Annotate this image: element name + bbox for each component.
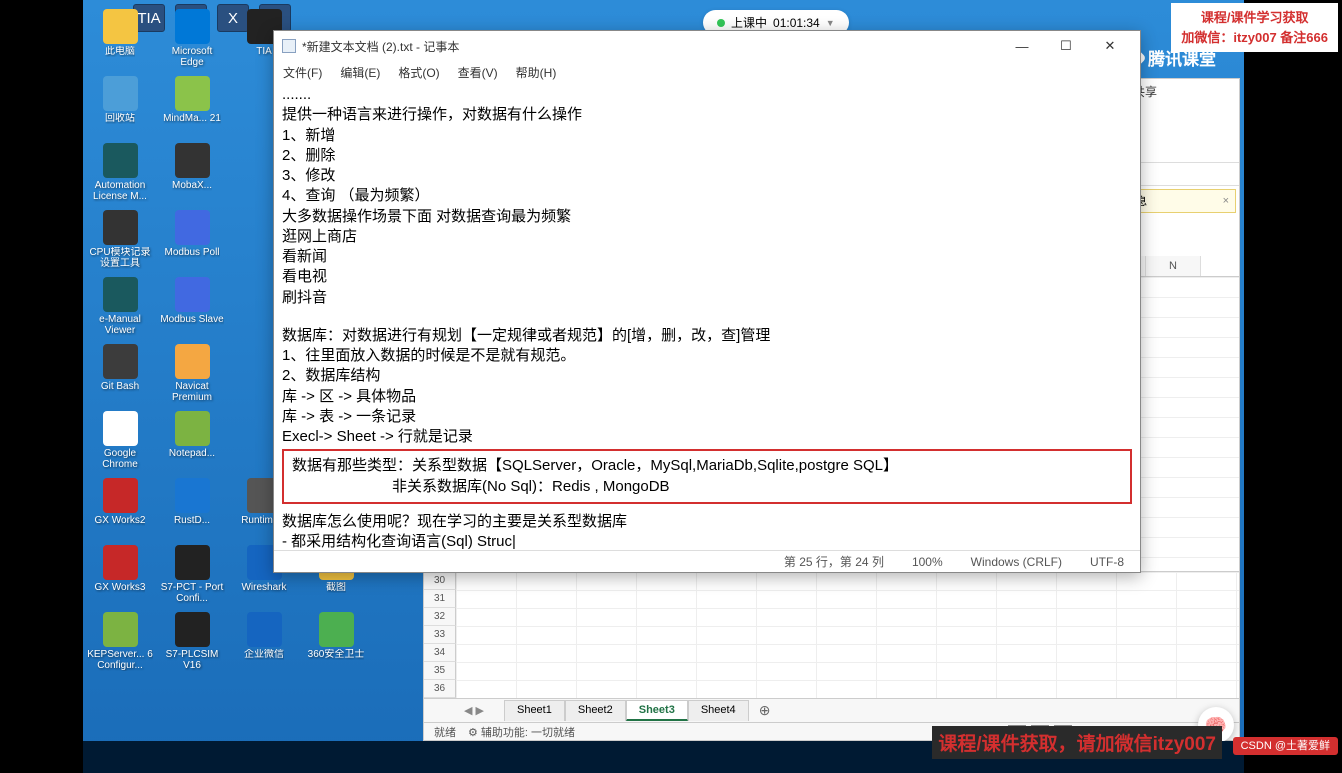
window-title: *新建文本文档 (2).txt - 记事本 (302, 38, 459, 55)
desktop-icon-s7pct[interactable]: S7-PCT - Port Confi... (157, 544, 227, 607)
notepad-titlebar[interactable]: *新建文本文档 (2).txt - 记事本 — ☐ ✕ (274, 31, 1140, 61)
chevron-down-icon: ▼ (826, 18, 835, 28)
desktop-icon-modbus[interactable]: Modbus Poll (157, 209, 227, 272)
desktop-icon-edge[interactable]: Microsoft Edge (157, 8, 227, 71)
desktop-wallpaper: TIA Q X K 此电脑Microsoft EdgeTIA回收站MindMa.… (83, 0, 1244, 773)
sheet-tab-sheet1[interactable]: Sheet1 (504, 700, 565, 721)
maximize-button[interactable]: ☐ (1044, 32, 1088, 60)
desktop-icon-wecom[interactable]: 企业微信 (229, 611, 299, 674)
row-header[interactable]: 34 (424, 644, 456, 662)
watermark-top-right: 课程/课件学习获取 加微信：itzy007 备注666 (1171, 3, 1338, 52)
sheet-nav[interactable]: ◀ ▶ (464, 704, 484, 717)
notepad-menubar: 文件(F) 编辑(E) 格式(O) 查看(V) 帮助(H) (274, 61, 1140, 83)
desktop-icon-pc[interactable]: 此电脑 (85, 8, 155, 71)
desktop-icon-notepad[interactable]: Notepad... (157, 410, 227, 473)
text-line: 逛网上商店 (282, 227, 1132, 247)
row-header[interactable]: 30 (424, 572, 456, 590)
text-line: 3、修改 (282, 166, 1132, 186)
text-line: 4、查询 （最为频繁） (282, 186, 1132, 206)
desktop-icon-auto[interactable]: Automation License M... (85, 142, 155, 205)
desktop-icon-360[interactable]: 360安全卫士 (301, 611, 371, 674)
text-cursor (512, 533, 516, 550)
minimize-button[interactable]: — (1000, 32, 1044, 60)
row-header[interactable]: 32 (424, 608, 456, 626)
menu-edit[interactable]: 编辑(E) (337, 63, 383, 82)
text-line: - 都采用结构化查询语言(Sql) Struc (282, 532, 1132, 550)
text-line: 数据库：对数据进行有规划【一定规律或者规范】的[增，删，改，查]管理 (282, 326, 1132, 346)
text-line: 提供一种语言来进行操作，对数据有什么操作 (282, 105, 1132, 125)
sheet-tab-sheet3[interactable]: Sheet3 (626, 700, 688, 721)
recording-dot-icon (717, 19, 725, 27)
status-zoom: 100% (912, 555, 943, 569)
col-header-n[interactable]: N (1146, 256, 1201, 276)
status-line-ending: Windows (CRLF) (971, 555, 1062, 569)
highlighted-text-box: 数据有那些类型：关系型数据【SQLServer，Oracle，MySql,Mar… (282, 449, 1132, 504)
desktop-icon-gxw3[interactable]: GX Works3 (85, 544, 155, 607)
notepad-app-icon (282, 39, 296, 53)
close-icon[interactable]: × (1223, 195, 1229, 207)
text-line: 看电视 (282, 267, 1132, 287)
sheet-tab-sheet4[interactable]: Sheet4 (688, 700, 749, 721)
excel-window-bottom-slice: 30313233343536 ◀ ▶ Sheet1Sheet2Sheet3She… (423, 571, 1240, 741)
text-line: 大多数据操作场景下面 对数据查询最为频繁 (282, 207, 1132, 227)
text-line: 2、数据库结构 (282, 366, 1132, 386)
status-ready: 就绪 (434, 724, 456, 740)
desktop-icon-modbuss[interactable]: Modbus Slave (157, 276, 227, 339)
status-cursor-pos: 第 25 行，第 24 列 (784, 553, 884, 570)
window-controls: — ☐ ✕ (1000, 32, 1132, 60)
text-line: 刷抖音 (282, 288, 1132, 308)
text-line: Execl-> Sheet -> 行就是记录 (282, 427, 1132, 447)
csdn-badge: CSDN @土著爱鲜 (1233, 737, 1338, 755)
text-line: 数据库怎么使用呢？现在学习的主要是关系型数据库 (282, 512, 1132, 532)
desktop-icon-gxw2[interactable]: GX Works2 (85, 477, 155, 540)
text-line: 1、往里面放入数据的时候是不是就有规范。 (282, 346, 1132, 366)
desktop-icon-mindma[interactable]: MindMa... 21 (157, 75, 227, 138)
watermark-bottom: 课程/课件获取，请加微信itzy007 (932, 726, 1222, 759)
row-header[interactable]: 31 (424, 590, 456, 608)
excel-row-headers: 30313233343536 (424, 572, 456, 698)
notepad-statusbar: 第 25 行，第 24 列 100% Windows (CRLF) UTF-8 (274, 550, 1140, 572)
desktop-icon-chrome[interactable]: Google Chrome (85, 410, 155, 473)
desktop-icon-rustd[interactable]: RustD... (157, 477, 227, 540)
row-header[interactable]: 35 (424, 662, 456, 680)
text-line: ....... (282, 85, 1132, 105)
text-line: 非关系数据库(No Sql)：Redis , MongoDB (292, 477, 1122, 497)
text-line: 1、新增 (282, 126, 1132, 146)
recording-status: 上课中 (731, 14, 767, 31)
text-line: 2、删除 (282, 146, 1132, 166)
menu-view[interactable]: 查看(V) (455, 63, 501, 82)
desktop-icon-s7plc[interactable]: S7-PLCSIM V16 (157, 611, 227, 674)
sheet-tab-sheet2[interactable]: Sheet2 (565, 700, 626, 721)
close-button[interactable]: ✕ (1088, 32, 1132, 60)
excel-grid[interactable] (456, 572, 1239, 698)
recording-time: 01:01:34 (773, 16, 820, 30)
notepad-window: *新建文本文档 (2).txt - 记事本 — ☐ ✕ 文件(F) 编辑(E) … (273, 30, 1141, 573)
menu-help[interactable]: 帮助(H) (513, 63, 560, 82)
text-line: 库 -> 区 -> 具体物品 (282, 387, 1132, 407)
text-line: 数据有那些类型：关系型数据【SQLServer，Oracle，MySql,Mar… (292, 456, 1122, 476)
row-header[interactable]: 36 (424, 680, 456, 698)
status-encoding: UTF-8 (1090, 555, 1124, 569)
text-line: 看新闻 (282, 247, 1132, 267)
desktop-icon-emanual[interactable]: e-Manual Viewer (85, 276, 155, 339)
sheet-add-button[interactable]: ⊕ (749, 699, 781, 722)
menu-file[interactable]: 文件(F) (280, 63, 325, 82)
notepad-text-area[interactable]: ....... 提供一种语言来进行操作，对数据有什么操作 1、新增 2、删除 3… (274, 83, 1140, 550)
desktop-icon-gitbash[interactable]: Git Bash (85, 343, 155, 406)
row-header[interactable]: 33 (424, 626, 456, 644)
menu-format[interactable]: 格式(O) (395, 63, 442, 82)
desktop-icon-kep[interactable]: KEPServer... 6 Configur... (85, 611, 155, 674)
text-line: 库 -> 表 -> 一条记录 (282, 407, 1132, 427)
status-a11y: ⚙ 辅助功能: 一切就绪 (468, 724, 575, 740)
excel-sheet-tabs: ◀ ▶ Sheet1Sheet2Sheet3Sheet4 ⊕ (424, 698, 1239, 722)
desktop-icon-navicat[interactable]: Navicat Premium (157, 343, 227, 406)
desktop-icon-mobax[interactable]: MobaX... (157, 142, 227, 205)
desktop-icon-recycle[interactable]: 回收站 (85, 75, 155, 138)
desktop-icon-cpu[interactable]: CPU模块记录设置工具 (85, 209, 155, 272)
